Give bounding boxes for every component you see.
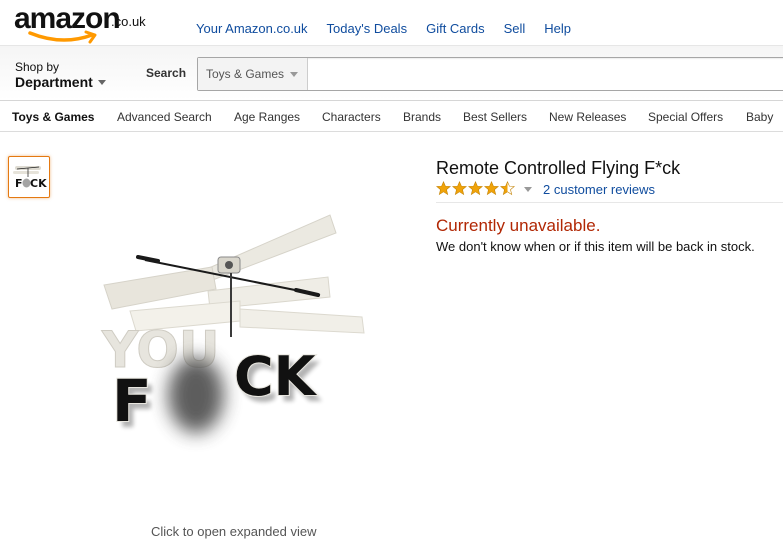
letter-f: F xyxy=(112,367,152,435)
subnav-advanced-search[interactable]: Advanced Search xyxy=(117,110,212,124)
subnav-best-sellers[interactable]: Best Sellers xyxy=(463,110,527,124)
search-label: Search xyxy=(146,66,187,80)
star-full-icon xyxy=(468,181,483,196)
product-thumbnail[interactable]: F CK xyxy=(8,156,50,198)
star-full-icon xyxy=(452,181,467,196)
smile-arrow-icon xyxy=(28,30,97,44)
availability-note: We don't know when or if this item will … xyxy=(436,239,755,254)
star-half-icon xyxy=(500,181,515,196)
category-subnav: Toys & Games Advanced Search Age Ranges … xyxy=(0,100,783,132)
top-bar: amazon .co.uk Your Amazon.co.uk Today's … xyxy=(0,0,783,48)
search-department-select[interactable]: Toys & Games xyxy=(198,58,308,90)
amazon-logo[interactable]: amazon .co.uk xyxy=(14,4,164,48)
product-title: Remote Controlled Flying F*ck xyxy=(436,158,681,178)
chevron-down-icon xyxy=(97,80,106,86)
nav-your-amazon[interactable]: Your Amazon.co.uk xyxy=(196,21,308,36)
nav-todays-deals[interactable]: Today's Deals xyxy=(327,21,408,36)
product-main-image[interactable]: YOU F CK F CK xyxy=(90,205,390,455)
subnav-age-ranges[interactable]: Age Ranges xyxy=(234,110,300,124)
department-label: Department xyxy=(15,74,93,90)
thumbnail-image: F CK xyxy=(13,166,47,190)
chevron-down-icon xyxy=(290,72,299,78)
subnav-special-offers[interactable]: Special Offers xyxy=(648,110,723,124)
shop-by-label: Shop by xyxy=(15,60,60,74)
search-input[interactable] xyxy=(309,58,783,90)
svg-text:CK: CK xyxy=(30,177,47,190)
star-full-icon xyxy=(484,181,499,196)
subnav-characters[interactable]: Characters xyxy=(322,110,381,124)
divider xyxy=(436,202,783,203)
logo-tld: .co.uk xyxy=(111,14,146,29)
chevron-down-icon[interactable] xyxy=(524,187,532,192)
search-department-value: Toys & Games xyxy=(206,67,285,81)
nav-sell[interactable]: Sell xyxy=(504,21,526,36)
search-row: Shop by Department Search Toys & Games xyxy=(0,45,783,100)
flying-letters-image: YOU F CK F CK xyxy=(101,214,365,441)
subnav-toys-games[interactable]: Toys & Games xyxy=(12,110,94,124)
subnav-brands[interactable]: Brands xyxy=(403,110,441,124)
svg-text:F: F xyxy=(15,177,23,190)
rating-row: 2 customer reviews xyxy=(436,181,783,199)
availability-status: Currently unavailable. xyxy=(436,216,601,235)
letters-ck: CK xyxy=(234,345,318,408)
star-full-icon xyxy=(436,181,451,196)
subnav-baby[interactable]: Baby xyxy=(746,110,773,124)
nav-gift-cards[interactable]: Gift Cards xyxy=(426,21,485,36)
search-box: Toys & Games xyxy=(197,57,783,91)
subnav-new-releases[interactable]: New Releases xyxy=(549,110,626,124)
shop-by-department-button[interactable]: Shop by Department xyxy=(15,60,106,92)
star-rating[interactable] xyxy=(436,181,516,196)
top-nav: Your Amazon.co.uk Today's Deals Gift Car… xyxy=(196,21,590,36)
expand-view-link[interactable]: Click to open expanded view xyxy=(151,524,317,539)
customer-reviews-link[interactable]: 2 customer reviews xyxy=(543,182,655,197)
nav-help[interactable]: Help xyxy=(544,21,571,36)
